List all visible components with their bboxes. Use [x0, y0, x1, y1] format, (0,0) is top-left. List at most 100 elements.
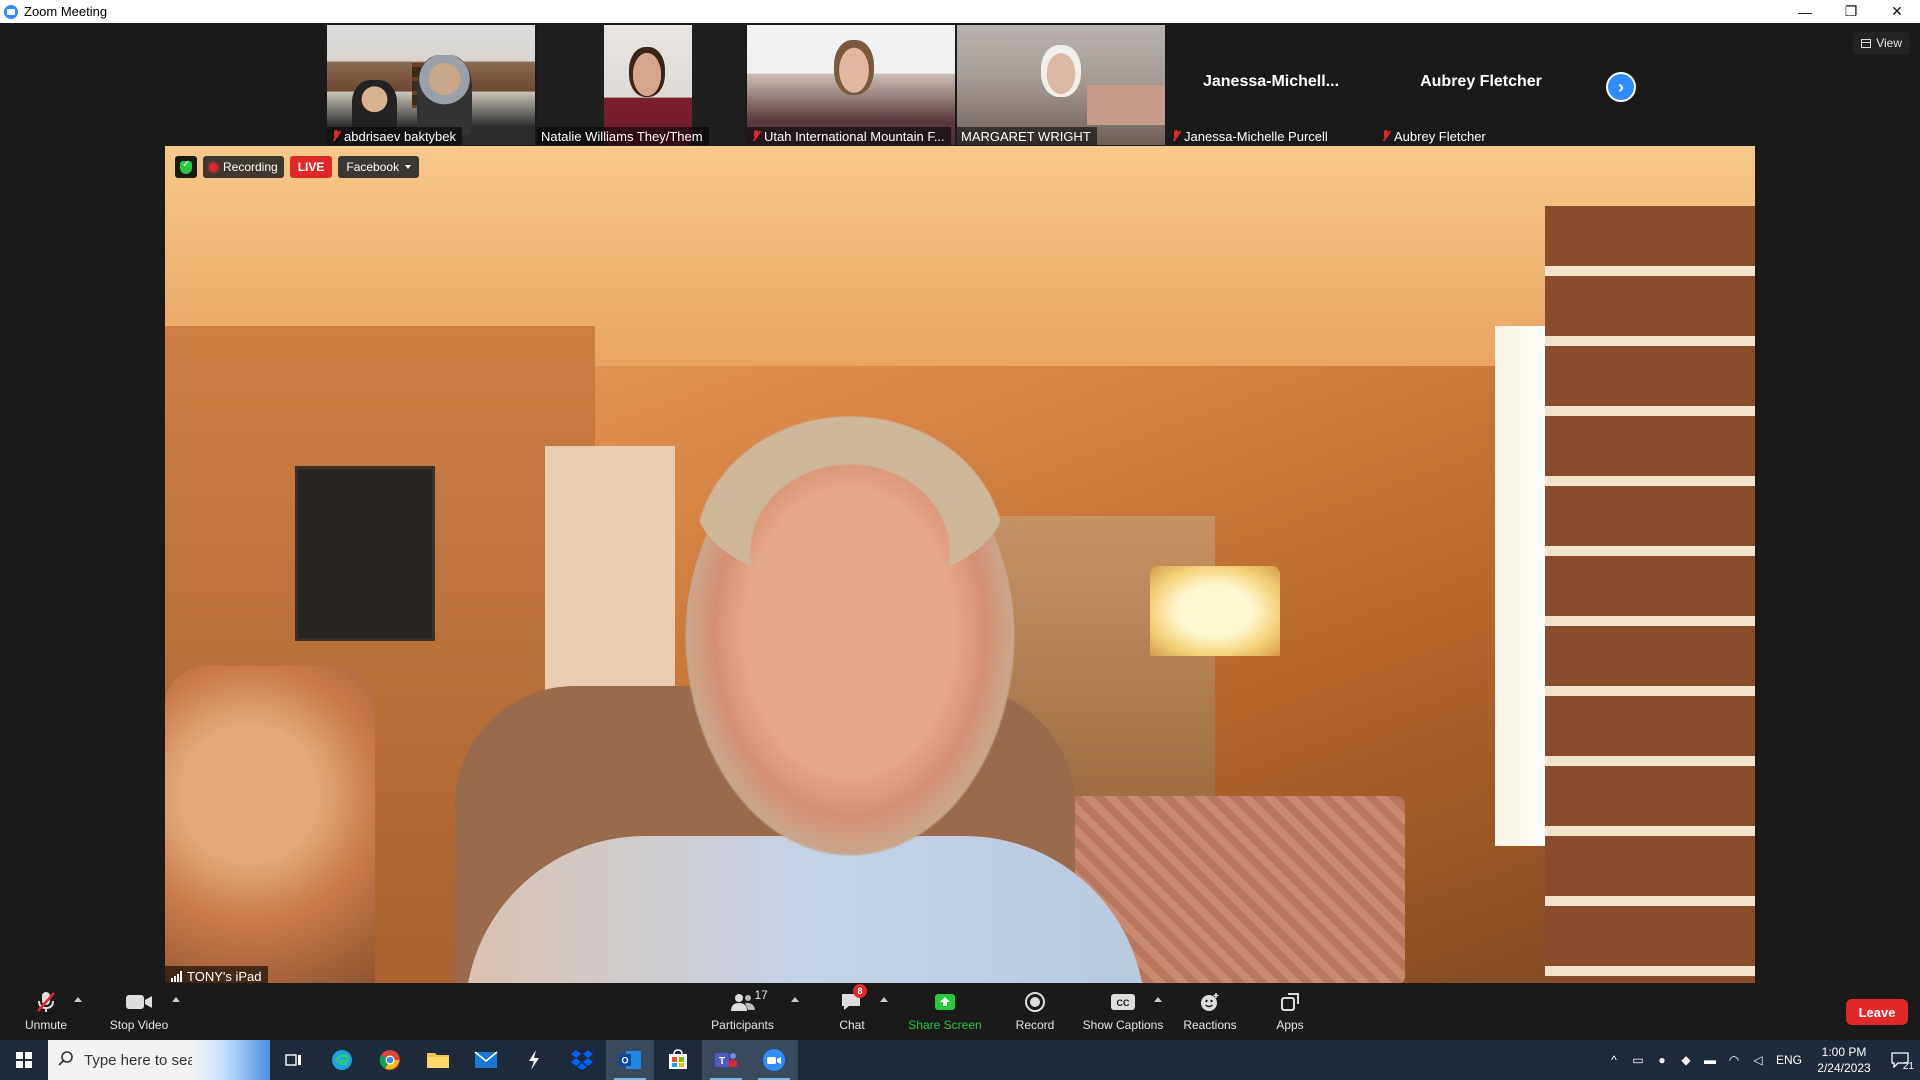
participant-name-bar: Aubrey Fletcher [1377, 127, 1492, 145]
video-scene [1150, 566, 1280, 656]
meeting-toolbar: Unmute Stop Video 17 Participants 8 Chat… [0, 983, 1920, 1039]
chevron-up-icon[interactable]: ^ [1602, 1040, 1626, 1080]
recording-indicator[interactable]: Recording [203, 156, 284, 178]
microphone-icon[interactable]: ● [1650, 1040, 1674, 1080]
windows-taskbar: Type here to search O T ^ ▭ ● ◆ ▬ ◠ ◁ EN… [0, 1040, 1920, 1080]
window-title: Zoom Meeting [24, 4, 108, 19]
language-indicator[interactable]: ENG [1770, 1040, 1808, 1080]
participant-name-bar: Utah International Mountain F... [747, 127, 951, 145]
show-captions-button[interactable]: CC Show Captions [1080, 983, 1166, 1039]
participant-name: Natalie Williams They/Them [541, 128, 703, 144]
participant-tile[interactable]: MARGARET WRIGHT [957, 25, 1165, 145]
chevron-down-icon [405, 165, 412, 169]
reactions-label: Reactions [1183, 1018, 1237, 1032]
unmute-button[interactable]: Unmute [18, 983, 74, 1039]
participant-name-bar: Janessa-Michelle Purcell [1167, 127, 1334, 145]
participant-tile[interactable]: abdrisaev baktybek [327, 25, 535, 145]
participant-name: Aubrey Fletcher [1394, 128, 1486, 144]
zoom-app-icon [4, 4, 18, 19]
participants-count: 17 [754, 988, 768, 1002]
app-tray-icon[interactable]: ◆ [1674, 1040, 1698, 1080]
battery-icon[interactable]: ▬ [1698, 1040, 1722, 1080]
windows-logo-icon [16, 1052, 32, 1068]
reactions-button[interactable]: Reactions [1180, 983, 1240, 1039]
app-icon[interactable] [510, 1040, 558, 1080]
dropbox-icon[interactable] [558, 1040, 606, 1080]
volume-icon[interactable]: ◁ [1746, 1040, 1770, 1080]
participants-options-caret[interactable] [791, 997, 799, 1002]
chat-unread-badge: 8 [853, 984, 867, 998]
close-window-button[interactable]: ✕ [1874, 0, 1920, 23]
video-camera-icon [125, 990, 153, 1014]
chrome-icon[interactable] [366, 1040, 414, 1080]
task-view-icon[interactable] [270, 1040, 318, 1080]
grid-icon [1861, 38, 1872, 48]
svg-text:O: O [621, 1056, 628, 1066]
audio-options-caret[interactable] [74, 997, 82, 1002]
mic-muted-icon [35, 990, 57, 1014]
chat-button[interactable]: 8 Chat [826, 983, 878, 1039]
system-tray: ^ ▭ ● ◆ ▬ ◠ ◁ ENG 1:00 PM 2/24/2023 21 [1602, 1040, 1920, 1080]
wifi-icon[interactable]: ◠ [1722, 1040, 1746, 1080]
participants-button[interactable]: 17 Participants [705, 983, 780, 1039]
minimize-button[interactable]: — [1782, 0, 1828, 23]
participant-tile[interactable]: Janessa-Michell... Janessa-Michelle Purc… [1167, 25, 1375, 145]
speaker-body [465, 836, 1145, 986]
stop-video-label: Stop Video [109, 1018, 169, 1032]
share-screen-button[interactable]: Share Screen [905, 983, 985, 1039]
captions-icon: CC [1110, 990, 1136, 1014]
start-button[interactable] [0, 1040, 48, 1080]
smiley-icon [1199, 990, 1221, 1014]
participant-name-bar: abdrisaev baktybek [327, 127, 463, 145]
participant-tile[interactable]: Natalie Williams They/Them [537, 25, 745, 145]
view-button[interactable]: View [1853, 32, 1910, 54]
window-titlebar: Zoom Meeting — ❐ ✕ [0, 0, 1920, 23]
participant-face [1041, 45, 1081, 97]
video-scene [165, 666, 375, 986]
file-explorer-icon[interactable] [414, 1040, 462, 1080]
record-label: Record [1015, 1018, 1055, 1032]
restore-button[interactable]: ❐ [1828, 0, 1874, 23]
participant-video [417, 55, 472, 135]
recording-label: Recording [223, 160, 278, 174]
leave-button[interactable]: Leave [1846, 999, 1908, 1025]
taskbar-clock[interactable]: 1:00 PM 2/24/2023 [1808, 1044, 1880, 1076]
apps-label: Apps [1276, 1018, 1304, 1032]
participant-face [629, 47, 665, 97]
participant-tile[interactable]: Aubrey Fletcher Aubrey Fletcher [1377, 25, 1585, 145]
video-background [1087, 85, 1165, 125]
record-button[interactable]: Record [1010, 983, 1060, 1039]
meeting-status-bar: Recording LIVE Facebook [175, 156, 420, 178]
meeting-area: View abdrisaev baktybek Natalie Williams… [0, 23, 1920, 986]
chevron-right-icon: › [1618, 76, 1624, 97]
stop-video-button[interactable]: Stop Video [104, 983, 174, 1039]
clock-date: 2/24/2023 [1817, 1061, 1871, 1075]
view-button-label: View [1876, 36, 1902, 50]
security-shield-icon[interactable] [175, 156, 197, 178]
outlook-icon[interactable]: O [606, 1040, 654, 1080]
participants-icon: 17 [730, 988, 768, 1014]
taskbar-search-input[interactable]: Type here to search [48, 1040, 270, 1080]
participant-name-bar: MARGARET WRIGHT [957, 127, 1097, 145]
active-speaker-video[interactable]: Recording LIVE Facebook TONY's iPad [165, 146, 1755, 986]
participant-face [834, 40, 874, 95]
participant-tile[interactable]: Utah International Mountain F... [747, 25, 955, 145]
video-options-caret[interactable] [172, 997, 180, 1002]
teams-icon[interactable]: T [702, 1040, 750, 1080]
signal-strength-icon [171, 970, 182, 982]
zoom-icon[interactable] [750, 1040, 798, 1080]
chat-icon: 8 [840, 984, 867, 1014]
stream-target-dropdown[interactable]: Facebook [338, 156, 420, 178]
captions-options-caret[interactable] [1154, 997, 1162, 1002]
meet-now-icon[interactable]: ▭ [1626, 1040, 1650, 1080]
mail-icon[interactable] [462, 1040, 510, 1080]
live-badge: LIVE [289, 156, 333, 178]
apps-button[interactable]: Apps [1270, 983, 1310, 1039]
chat-options-caret[interactable] [880, 997, 888, 1002]
notification-center-button[interactable]: 21 [1880, 1040, 1920, 1080]
speaker-name: TONY's iPad [187, 968, 262, 984]
edge-icon[interactable] [318, 1040, 366, 1080]
search-icon [58, 1050, 74, 1070]
store-icon[interactable] [654, 1040, 702, 1080]
next-page-button[interactable]: › [1606, 72, 1636, 102]
